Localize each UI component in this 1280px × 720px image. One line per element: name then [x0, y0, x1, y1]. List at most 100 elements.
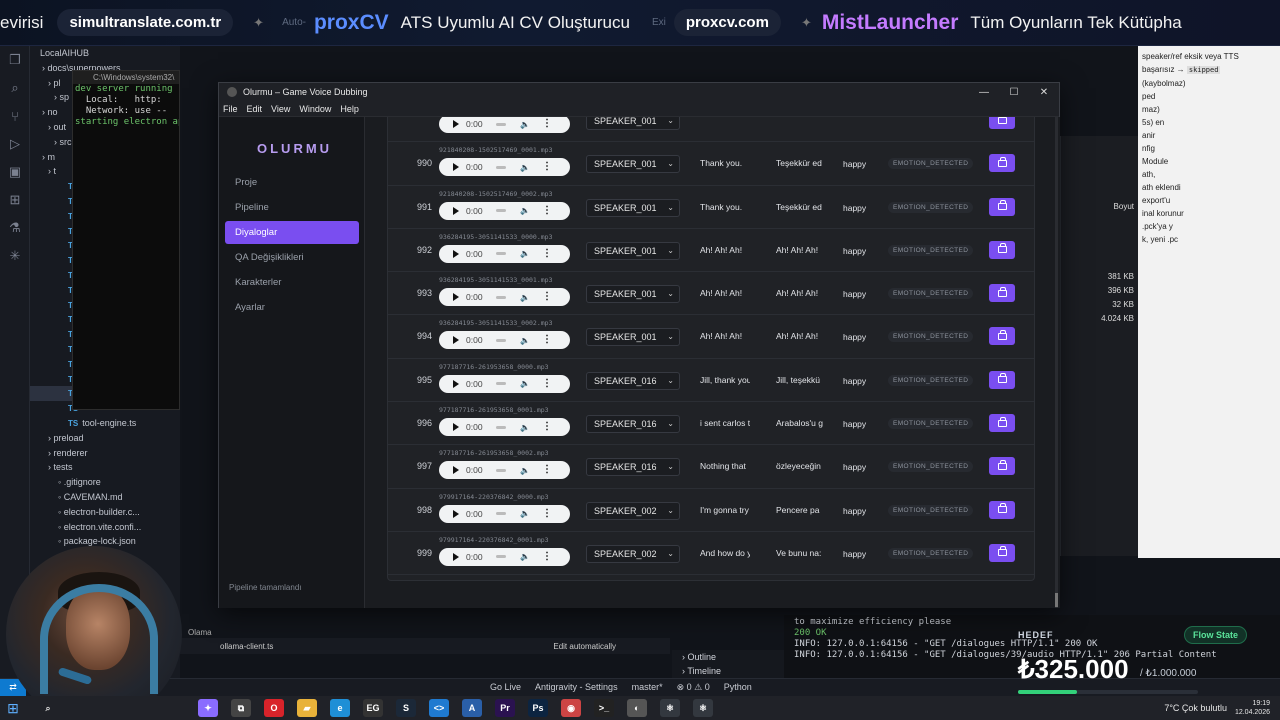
photoshop-icon[interactable]: Ps [528, 699, 548, 717]
speaker-select[interactable]: SPEAKER_001 ⌄ [586, 155, 680, 174]
settings-icon[interactable]: ✳ [0, 242, 30, 270]
play-icon[interactable] [453, 423, 459, 432]
status-item[interactable]: Antigravity - Settings [535, 682, 618, 693]
premiere-icon[interactable]: Pr [495, 699, 515, 717]
play-icon[interactable] [453, 249, 459, 258]
volume-icon[interactable]: 🔈 [520, 379, 530, 388]
more-vertical-icon[interactable]: ⋮ [542, 335, 552, 345]
search-icon[interactable]: ⌕ [0, 74, 30, 102]
tree-item[interactable]: › preload [30, 431, 180, 446]
vscode-icon[interactable]: <> [429, 699, 449, 717]
audio-player[interactable]: 0:00 🔈 ⋮ [439, 504, 570, 523]
tree-item[interactable]: ◦ CAVEMAN.md [30, 490, 180, 505]
terminal-icon[interactable]: >_ [594, 699, 614, 717]
audio-player[interactable]: 0:00 🔈 ⋮ [439, 374, 570, 393]
volume-icon[interactable]: 🔈 [520, 509, 530, 518]
outline-item[interactable]: › Timeline [682, 664, 784, 678]
app-icon[interactable]: A [462, 699, 482, 717]
volume-icon[interactable]: 🔈 [520, 120, 530, 129]
volume-icon[interactable]: 🔈 [520, 249, 530, 258]
speaker-select[interactable]: SPEAKER_002 ⌄ [586, 544, 680, 563]
edit-auto-button[interactable]: Edit automatically [553, 642, 616, 651]
more-vertical-icon[interactable]: ⋮ [542, 422, 552, 432]
edit-file-name[interactable]: ollama-client.ts [220, 642, 273, 651]
tree-item[interactable]: TS tool-engine.ts [30, 416, 180, 431]
remote-icon[interactable]: ▣ [0, 158, 30, 186]
audio-progress[interactable] [496, 165, 506, 169]
translated-text[interactable]: Jill, teşekkü [776, 375, 824, 385]
search-icon[interactable]: ⌕ [38, 699, 58, 717]
opera-icon[interactable]: O [264, 699, 284, 717]
tree-item[interactable]: ◦ electron-builder.c... [30, 505, 180, 520]
nav-proje[interactable]: Proje [225, 171, 359, 194]
play-icon[interactable] [453, 336, 459, 345]
lock-button[interactable] [989, 457, 1015, 476]
play-icon[interactable] [453, 509, 459, 518]
tree-item[interactable]: ◦ electron.vite.confi... [30, 520, 180, 535]
steam-icon[interactable]: S [396, 699, 416, 717]
translated-text[interactable]: özleyeceğin [776, 461, 824, 471]
speaker-select[interactable]: SPEAKER_002 ⌄ [586, 501, 680, 520]
outline-item[interactable]: › Outline [682, 650, 784, 664]
more-vertical-icon[interactable]: ⋮ [542, 162, 552, 172]
lock-button[interactable] [989, 414, 1015, 433]
more-vertical-icon[interactable]: ⋮ [542, 119, 552, 129]
epic-games-icon[interactable]: EG [363, 699, 383, 717]
audio-player[interactable]: 0:00 🔈 ⋮ [439, 288, 570, 307]
volume-icon[interactable]: 🔈 [520, 163, 530, 172]
translated-text[interactable]: Teşekkür ed [776, 158, 824, 168]
audio-progress[interactable] [496, 295, 506, 299]
test-icon[interactable]: ⚗ [0, 214, 30, 242]
menu-item-edit[interactable]: Edit [247, 104, 263, 114]
audio-progress[interactable] [496, 338, 506, 342]
translated-text[interactable]: Ah! Ah! Ah! [776, 245, 824, 255]
audio-progress[interactable] [496, 555, 506, 559]
lock-button[interactable] [989, 197, 1015, 216]
audio-progress[interactable] [496, 209, 506, 213]
lock-button[interactable] [989, 543, 1015, 562]
copilot-icon[interactable]: ✦ [198, 699, 218, 717]
more-vertical-icon[interactable]: ⋮ [542, 248, 552, 258]
clock[interactable]: 19:19 12.04.2026 [1235, 699, 1270, 717]
minimize-icon[interactable]: — [969, 83, 999, 101]
audio-player[interactable]: 0:00 🔈 ⋮ [439, 461, 570, 480]
audio-progress[interactable] [496, 252, 506, 256]
translated-text[interactable]: Ah! Ah! Ah! [776, 288, 824, 298]
speaker-select[interactable]: SPEAKER_001 ⌄ [586, 117, 680, 130]
more-vertical-icon[interactable]: ⋮ [542, 378, 552, 388]
more-vertical-icon[interactable]: ⋮ [542, 508, 552, 518]
run-debug-icon[interactable]: ▷ [0, 130, 30, 158]
tree-item[interactable]: › tests [30, 460, 180, 475]
menu-item-help[interactable]: Help [340, 104, 359, 114]
speaker-select[interactable]: SPEAKER_016 ⌄ [586, 415, 680, 434]
audio-player[interactable]: 0:00 🔈 ⋮ [439, 331, 570, 350]
lock-button[interactable] [989, 117, 1015, 129]
audio-player[interactable]: 0:00 🔈 ⋮ [439, 158, 570, 177]
audio-player[interactable]: 0:00 🔈 ⋮ [439, 418, 570, 437]
volume-icon[interactable]: 🔈 [520, 206, 530, 215]
app2-icon[interactable]: ◐ [627, 699, 647, 717]
play-icon[interactable] [453, 379, 459, 388]
nav-karakterler[interactable]: Karakterler [225, 271, 359, 294]
translated-text[interactable]: Arabalos'u g [776, 418, 824, 428]
lock-button[interactable] [989, 154, 1015, 173]
extensions-icon[interactable]: ⊞ [0, 186, 30, 214]
more-vertical-icon[interactable]: ⋮ [542, 205, 552, 215]
lock-button[interactable] [989, 500, 1015, 519]
more-vertical-icon[interactable]: ⋮ [542, 465, 552, 475]
status-item[interactable]: Go Live [490, 682, 521, 693]
chrome-icon[interactable]: ◉ [561, 699, 581, 717]
nav-ayarlar[interactable]: Ayarlar [225, 296, 359, 319]
scrollbar[interactable] [1055, 117, 1058, 608]
nav-diyaloglar[interactable]: Diyaloglar [225, 221, 359, 244]
menu-item-view[interactable]: View [271, 104, 290, 114]
play-icon[interactable] [453, 466, 459, 475]
speaker-select[interactable]: SPEAKER_016 ⌄ [586, 458, 680, 477]
speaker-select[interactable]: SPEAKER_001 ⌄ [586, 241, 680, 260]
more-vertical-icon[interactable]: ⋮ [542, 292, 552, 302]
audio-progress[interactable] [496, 425, 506, 429]
speaker-select[interactable]: SPEAKER_016 ⌄ [586, 371, 680, 390]
audio-progress[interactable] [496, 122, 506, 126]
menu-item-window[interactable]: Window [299, 104, 331, 114]
nav-pipeline[interactable]: Pipeline [225, 196, 359, 219]
